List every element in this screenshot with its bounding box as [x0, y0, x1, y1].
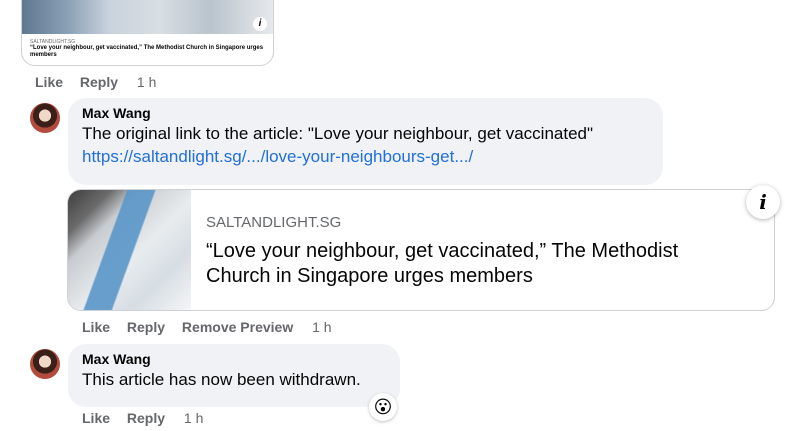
comment-text: The original link to the article: "Love …	[82, 124, 594, 143]
article-link[interactable]: https://saltandlight.sg/.../love-your-ne…	[82, 147, 473, 166]
remove-preview-button[interactable]: Remove Preview	[182, 319, 293, 335]
preview-title: “Love your neighbour, get vaccinated,” T…	[206, 240, 679, 287]
comment-timestamp[interactable]: 1 h	[312, 319, 331, 335]
info-icon[interactable]: i	[746, 185, 780, 219]
comment-author[interactable]: Max Wang	[82, 351, 386, 368]
top-link-preview[interactable]: i SALTANDLIGHT.SG “Love your neighbour, …	[21, 0, 274, 66]
avatar[interactable]	[30, 349, 60, 379]
link-preview-card[interactable]: SALTANDLIGHT.SG “Love your neighbour, ge…	[67, 189, 775, 311]
reply-button[interactable]: Reply	[80, 74, 118, 90]
comment-timestamp[interactable]: 1 h	[137, 74, 156, 90]
top-preview-image: i	[22, 0, 273, 34]
comment-actions: Like Reply Remove Preview 1 h	[82, 319, 345, 335]
comment-timestamp[interactable]: 1 h	[184, 410, 203, 426]
avatar[interactable]	[30, 103, 60, 133]
preview-image	[68, 190, 191, 310]
like-button[interactable]: Like	[82, 410, 110, 426]
wow-reaction-icon[interactable]: 😮	[369, 393, 397, 421]
preview-domain: SALTANDLIGHT.SG	[206, 214, 342, 231]
reply-button[interactable]: Reply	[127, 410, 165, 426]
comment-bubble: Max Wang This article has now been withd…	[68, 344, 400, 407]
comment-text: This article has now been withdrawn.	[82, 370, 361, 389]
comment-actions: Like Reply 1 h	[82, 410, 216, 426]
like-button[interactable]: Like	[35, 74, 63, 90]
reply-button[interactable]: Reply	[127, 319, 165, 335]
info-icon[interactable]: i	[253, 17, 267, 31]
comment-actions-top: Like Reply 1 h	[35, 74, 169, 90]
comment-author[interactable]: Max Wang	[82, 105, 649, 122]
like-button[interactable]: Like	[82, 319, 110, 335]
top-preview-title: “Love your neighbour, get vaccinated,” T…	[30, 45, 264, 58]
comment-bubble: Max Wang The original link to the articl…	[68, 98, 663, 185]
